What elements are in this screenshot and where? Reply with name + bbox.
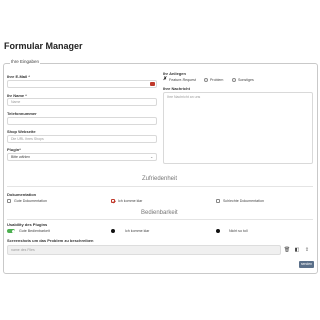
error-icon <box>150 82 155 86</box>
form-legend: Ihre Eingaben <box>10 59 41 64</box>
usability-option-2-label: Ich komme klar <box>125 229 150 233</box>
satisfaction-heading: Zufriedenheit <box>142 176 178 182</box>
toggle-gute-bedienbarkeit[interactable] <box>7 229 15 233</box>
satisfaction-divider <box>7 186 313 187</box>
slider-knob-nicht-so-toll[interactable] <box>216 229 220 233</box>
email-field[interactable] <box>7 80 157 88</box>
checkbox-schlechte-dokumentation-label: Schlechte Dokumentation <box>223 199 264 203</box>
radio-problem[interactable] <box>204 78 208 82</box>
slider-knob-ich-komme-klar[interactable] <box>111 229 115 233</box>
email-label: Ihre E-Mail * <box>7 74 30 79</box>
plugin-select[interactable]: Bitte wählen <box>7 153 157 161</box>
usability-option-3-label: Nicht so toll <box>229 229 248 233</box>
checkbox-gute-dokumentation-label: Gute Dokumentation <box>14 199 47 203</box>
radio-sonstiges-label: Sonstiges <box>238 78 254 82</box>
radio-feature-request[interactable]: ✗ <box>163 77 167 82</box>
phone-field[interactable] <box>7 117 157 125</box>
usability-label: Usability des Plugins <box>7 222 48 227</box>
checkbox-ich-komme-klar-label: Ich komme klar <box>118 199 143 203</box>
radio-problem-label: Problem <box>210 78 224 82</box>
radio-sonstiges[interactable] <box>232 78 236 82</box>
screenshots-label: Screenshots um das Problem zu beschreibe… <box>7 238 94 243</box>
website-label: Shop Webseite <box>7 129 36 134</box>
checkbox-ich-komme-klar[interactable] <box>111 199 115 203</box>
file-name-field[interactable]: name des Files <box>7 245 281 255</box>
checkbox-schlechte-dokumentation[interactable] <box>216 199 220 203</box>
usability-divider <box>7 219 313 220</box>
send-button[interactable]: senden <box>299 261 314 268</box>
website-field[interactable]: Die URL Ihres Shops <box>7 135 157 143</box>
upload-icon[interactable]: ⇪ <box>303 246 311 254</box>
trash-icon[interactable]: 🗑 <box>283 246 291 254</box>
usability-option-1-label: Gute Bedienbarkeit <box>19 229 50 233</box>
radio-feature-request-label: Feature-Request <box>169 78 196 82</box>
phone-label: Telefonnummer <box>7 111 37 116</box>
message-label: Ihre Nachricht <box>163 86 190 91</box>
chevron-down-icon: ⌄ <box>150 154 154 159</box>
page-title: Formular Manager <box>4 41 83 51</box>
message-textarea[interactable]: Ihre Nachricht an uns <box>163 92 313 164</box>
usability-heading: Bedienbarkeit <box>141 210 178 216</box>
checkbox-gute-dokumentation[interactable] <box>7 199 11 203</box>
plugin-label: Plugin* <box>7 147 21 152</box>
name-field[interactable]: Name <box>7 98 157 106</box>
satisfaction-label: Dokumentation <box>7 192 37 197</box>
camera-icon[interactable]: ◧ <box>293 246 301 254</box>
